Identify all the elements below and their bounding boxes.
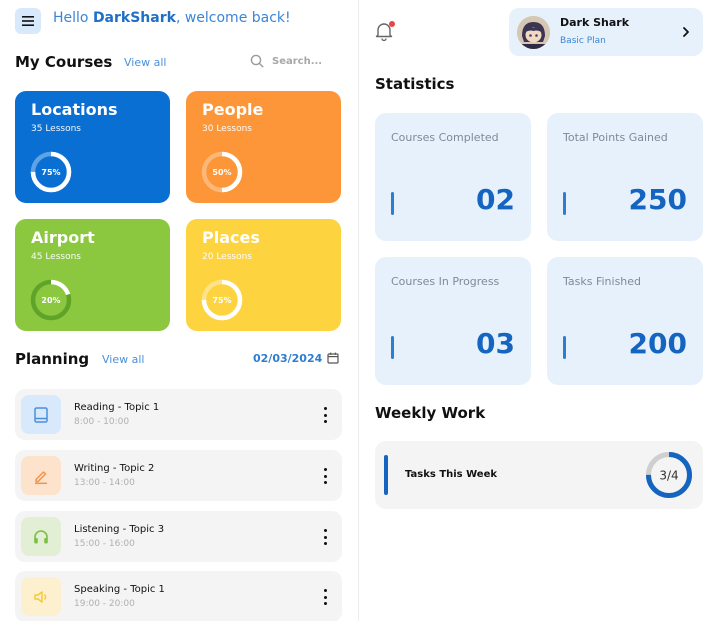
weekly-progress-ring: 3/4	[646, 452, 692, 498]
planning-item-icon-box	[21, 517, 61, 556]
stat-label: Tasks Finished	[563, 275, 642, 288]
planning-item-icon-box	[21, 577, 61, 616]
my-courses-title: My Courses	[15, 53, 113, 71]
planning-item[interactable]: Speaking - Topic 1 19:00 - 20:00	[15, 571, 342, 621]
course-title: Places	[202, 228, 260, 247]
course-card-locations[interactable]: Locations 35 Lessons 75%	[15, 91, 170, 203]
right-panel: Dark Shark Basic Plan Statistics Courses…	[359, 0, 718, 621]
weekly-tasks-label: Tasks This Week	[405, 469, 498, 480]
search-icon[interactable]	[250, 54, 264, 68]
course-progress-ring: 75%	[30, 151, 72, 193]
profile-plan: Basic Plan	[560, 36, 606, 46]
more-options-icon[interactable]	[318, 529, 332, 545]
stat-label: Courses In Progress	[391, 275, 500, 288]
stat-card-courses-in-progress: Courses In Progress 03	[375, 257, 531, 385]
planning-date[interactable]: 02/03/2024	[253, 352, 322, 365]
course-lessons: 45 Lessons	[31, 252, 81, 262]
pencil-icon	[35, 470, 47, 484]
greeting-suffix: , welcome back!	[175, 10, 291, 26]
planning-item-time: 13:00 - 14:00	[74, 478, 135, 488]
notification-dot	[389, 21, 395, 27]
stat-label: Total Points Gained	[563, 131, 668, 144]
course-lessons: 20 Lessons	[202, 252, 252, 262]
planning-item-title: Writing - Topic 2	[74, 463, 155, 474]
planning-item-title: Listening - Topic 3	[74, 524, 165, 535]
planning-item-icon-box	[21, 395, 61, 434]
course-progress-label: 75%	[212, 296, 231, 305]
weekly-progress-label: 3/4	[659, 469, 678, 483]
stat-value: 03	[476, 327, 515, 360]
stat-value: 200	[628, 327, 687, 360]
planning-item[interactable]: Listening - Topic 3 15:00 - 16:00	[15, 511, 342, 562]
planning-item[interactable]: Reading - Topic 1 8:00 - 10:00	[15, 389, 342, 440]
stat-accent-bar	[563, 192, 566, 215]
more-options-icon[interactable]	[318, 468, 332, 484]
planning-item-time: 8:00 - 10:00	[74, 417, 130, 427]
course-title: People	[202, 100, 264, 119]
stat-value: 02	[476, 183, 515, 216]
greeting-user-name: DarkShark	[92, 10, 176, 26]
profile-name: Dark Shark	[560, 16, 630, 29]
planning-item-title: Reading - Topic 1	[74, 402, 160, 413]
course-progress-ring: 20%	[30, 279, 72, 321]
planning-item-time: 19:00 - 20:00	[74, 599, 135, 609]
course-card-places[interactable]: Places 20 Lessons 75%	[186, 219, 341, 331]
stat-accent-bar	[563, 336, 566, 359]
stat-accent-bar	[391, 192, 394, 215]
greeting: Hello DarkShark, welcome back!	[53, 10, 291, 26]
chevron-right-icon[interactable]	[681, 25, 691, 39]
left-panel: Hello DarkShark, welcome back! My Course…	[0, 0, 358, 621]
course-progress-ring: 75%	[201, 279, 243, 321]
course-progress-ring: 50%	[201, 151, 243, 193]
course-card-airport[interactable]: Airport 45 Lessons 20%	[15, 219, 170, 331]
planning-item-icon-box	[21, 456, 61, 495]
stat-accent-bar	[391, 336, 394, 359]
more-options-icon[interactable]	[318, 589, 332, 605]
planning-item-title: Speaking - Topic 1	[74, 584, 165, 595]
more-options-icon[interactable]	[318, 407, 332, 423]
course-card-people[interactable]: People 30 Lessons 50%	[186, 91, 341, 203]
course-search	[250, 54, 332, 68]
stat-card-tasks-finished: Tasks Finished 200	[547, 257, 703, 385]
planning-item[interactable]: Writing - Topic 2 13:00 - 14:00	[15, 450, 342, 501]
stat-card-courses-completed: Courses Completed 02	[375, 113, 531, 241]
hamburger-icon	[22, 16, 34, 26]
course-progress-label: 20%	[41, 296, 60, 305]
planning-view-all-link[interactable]: View all	[102, 353, 144, 366]
search-input[interactable]	[272, 55, 332, 67]
avatar	[517, 16, 550, 49]
stat-label: Courses Completed	[391, 131, 499, 144]
stat-card-total-points: Total Points Gained 250	[547, 113, 703, 241]
course-progress-label: 50%	[212, 168, 231, 177]
speaker-icon	[34, 590, 47, 603]
menu-button[interactable]	[15, 8, 41, 34]
course-title: Locations	[31, 100, 118, 119]
planning-item-time: 15:00 - 16:00	[74, 539, 135, 549]
statistics-title: Statistics	[375, 75, 455, 93]
book-icon	[34, 406, 48, 423]
weekly-tasks-card[interactable]: Tasks This Week 3/4	[375, 441, 703, 509]
profile-card[interactable]: Dark Shark Basic Plan	[509, 8, 703, 56]
course-lessons: 35 Lessons	[31, 124, 81, 134]
weekly-work-title: Weekly Work	[375, 404, 486, 422]
avatar-image	[517, 16, 550, 49]
calendar-icon[interactable]	[327, 352, 339, 364]
course-lessons: 30 Lessons	[202, 124, 252, 134]
headphones-icon	[34, 529, 48, 543]
planning-title: Planning	[15, 350, 90, 368]
stat-value: 250	[628, 183, 687, 216]
course-title: Airport	[31, 228, 95, 247]
course-progress-label: 75%	[41, 168, 60, 177]
greeting-prefix: Hello	[53, 10, 93, 26]
weekly-accent-bar	[384, 455, 388, 495]
courses-view-all-link[interactable]: View all	[124, 56, 166, 69]
